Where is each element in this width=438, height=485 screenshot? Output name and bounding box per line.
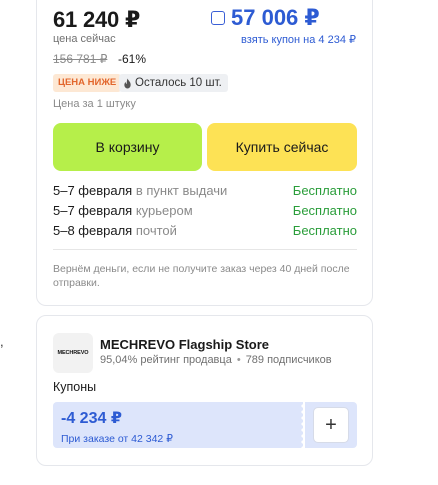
refund-guarantee-note: Вернём деньги, если не получите заказ че… <box>53 263 350 289</box>
buy-now-button[interactable]: Купить сейчас <box>207 123 357 171</box>
meta-separator: • <box>236 354 241 366</box>
fire-icon <box>124 78 131 88</box>
price-card: 61 240 ₽ цена сейчас 57 006 ₽ взять купо… <box>36 0 373 306</box>
subscriber-count: 789 подписчиков <box>245 354 332 366</box>
coupon-amount: -4 234 ₽ <box>61 410 122 427</box>
stock-badge: Осталось 10 шт. <box>119 74 228 92</box>
add-coupon-button[interactable]: + <box>313 407 349 443</box>
lower-price-badge: ЦЕНА НИЖЕ <box>53 74 122 92</box>
delivery-method: в пункт выдачи <box>135 183 228 198</box>
seller-card: MECHREVO MECHREVO Flagship Store 95,04% … <box>36 315 373 466</box>
per-unit-note: Цена за 1 штуку <box>53 98 136 110</box>
coupons-title: Купоны <box>53 380 97 394</box>
coupon-add-area: + <box>305 402 357 448</box>
delivery-option-courier: 5–7 февраля курьером Бесплатно <box>53 203 357 223</box>
take-coupon-link[interactable]: взять купон на 4 234 ₽ <box>241 33 356 46</box>
seller-rating: 95,04% рейтинг продавца <box>100 354 232 366</box>
current-price: 61 240 ₽ <box>53 7 141 32</box>
old-price: 156 781 ₽ <box>53 52 108 66</box>
delivery-cost: Бесплатно <box>292 223 357 238</box>
delivery-date: 5–7 февраля <box>53 183 133 198</box>
store-name-link[interactable]: MECHREVO Flagship Store <box>100 337 269 352</box>
delivery-method: курьером <box>135 203 193 218</box>
stock-text: Осталось 10 шт. <box>135 77 222 89</box>
delivery-cost: Бесплатно <box>292 203 357 218</box>
add-to-cart-button[interactable]: В корзину <box>53 123 202 171</box>
coupon-condition: При заказе от 42 342 ₽ <box>61 433 173 445</box>
discount-percent: -61% <box>118 52 147 66</box>
left-edge-fragment: , <box>0 334 4 349</box>
delivery-date: 5–7 февраля <box>53 203 133 218</box>
delivery-option-post: 5–8 февраля почтой Бесплатно <box>53 223 357 243</box>
coupon-checkbox[interactable] <box>211 11 225 25</box>
delivery-option-pickup: 5–7 февраля в пункт выдачи Бесплатно <box>53 183 357 203</box>
current-price-label: цена сейчас <box>53 33 116 45</box>
store-meta: 95,04% рейтинг продавца • 789 подписчико… <box>100 354 332 366</box>
divider <box>53 249 357 250</box>
delivery-date: 5–8 февраля <box>53 223 133 238</box>
store-logo[interactable]: MECHREVO <box>53 333 93 373</box>
store-logo-text: MECHREVO <box>57 350 89 356</box>
delivery-cost: Бесплатно <box>292 183 357 198</box>
coupon-price[interactable]: 57 006 ₽ <box>231 5 320 31</box>
delivery-method: почтой <box>135 223 177 238</box>
coupon-perforation <box>299 402 303 448</box>
